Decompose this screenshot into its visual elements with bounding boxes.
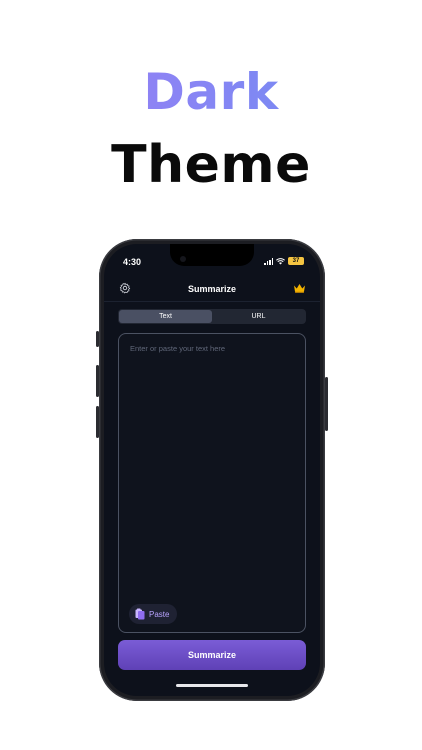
nav-title: Summarize (187, 284, 237, 294)
notch (170, 244, 254, 266)
tab-url-label: URL (251, 313, 266, 320)
headline-theme: Theme (111, 135, 311, 195)
volume-down-button (96, 406, 99, 438)
app-screen: 4:30 37 Summarize Text URL Enter or past… (104, 244, 320, 696)
summarize-label: Summarize (187, 650, 237, 660)
wifi-icon (276, 257, 285, 264)
battery-icon: 37 (288, 257, 304, 265)
tab-text-label: Text (159, 313, 172, 320)
mode-segmented-control: Text URL (118, 309, 306, 324)
camera-dot (180, 256, 186, 262)
home-indicator[interactable] (176, 684, 248, 687)
phone-frame: 4:30 37 Summarize Text URL Enter or past… (96, 239, 328, 701)
paste-button[interactable]: Paste (129, 604, 178, 624)
nav-divider (104, 301, 320, 302)
status-time: 4:30 (123, 257, 142, 267)
power-button (325, 377, 328, 431)
mute-switch (96, 331, 99, 347)
tab-text[interactable]: Text (119, 310, 212, 323)
text-input-area[interactable]: Enter or paste your text here Paste (118, 333, 306, 633)
tab-url[interactable]: URL (212, 310, 305, 323)
status-icons: 37 (264, 257, 304, 265)
paste-label: Paste (149, 609, 170, 619)
headline-dark: Dark (0, 62, 422, 122)
clipboard-icon (135, 608, 145, 620)
volume-up-button (96, 365, 99, 397)
text-input-placeholder: Enter or paste your text here (130, 344, 226, 353)
crown-icon[interactable] (293, 283, 306, 293)
signal-icon (264, 257, 273, 265)
summarize-button[interactable]: Summarize (118, 640, 306, 670)
